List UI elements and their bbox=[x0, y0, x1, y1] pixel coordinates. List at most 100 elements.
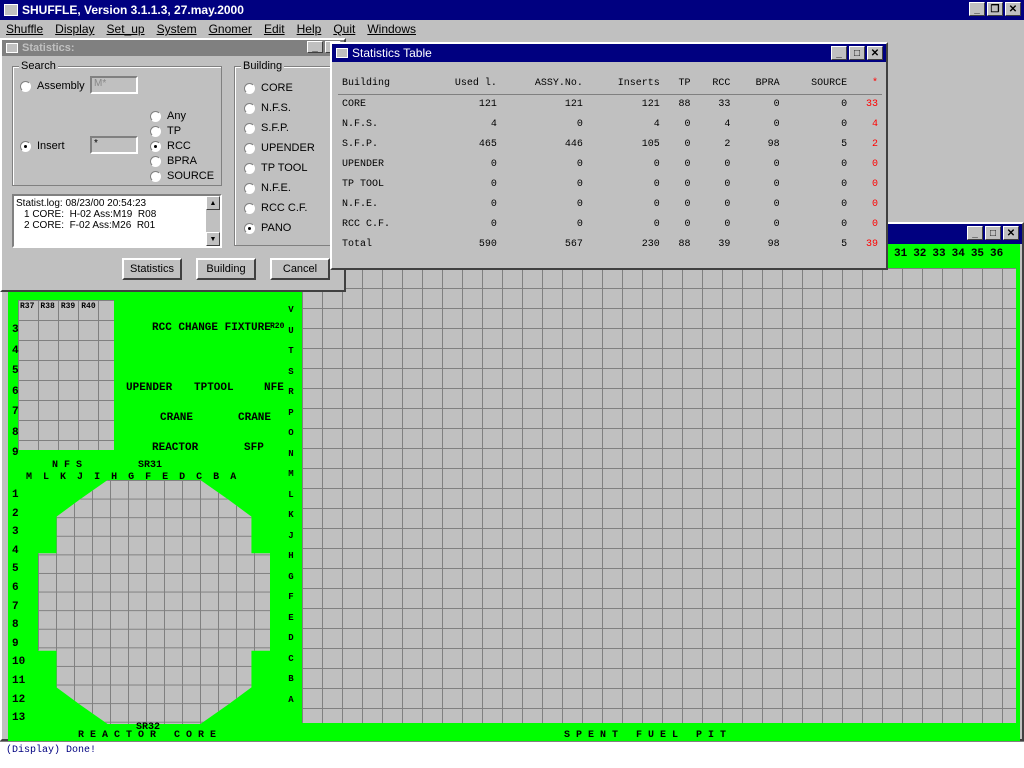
map-maximize-button[interactable]: □ bbox=[985, 226, 1001, 240]
table-row: Total 590 567 230 88 39 98 5 39 bbox=[338, 234, 882, 254]
menu-shuffle[interactable]: Shuffle bbox=[6, 22, 43, 36]
table-cell: CORE bbox=[342, 98, 367, 110]
statistics-log[interactable]: Statist.log: 08/23/00 20:54:23 1 CORE: H… bbox=[12, 194, 222, 248]
col-header-source: SOURCE bbox=[783, 74, 852, 95]
statistics-dialog: Statistics: _ □ Search Assembly M* Any T… bbox=[0, 38, 346, 292]
table-close-button[interactable]: ✕ bbox=[867, 46, 883, 60]
menu-system[interactable]: System bbox=[157, 22, 197, 36]
table-header-row: Building Used l. ASSY.No. Inserts TP RCC… bbox=[338, 74, 882, 95]
menu-setup[interactable]: Set_up bbox=[107, 22, 145, 36]
radio-label: Any bbox=[167, 110, 186, 122]
pit-row-letter: E bbox=[288, 612, 294, 623]
menu-quit[interactable]: Quit bbox=[333, 22, 355, 36]
table-cell: 0 bbox=[576, 218, 583, 230]
stats-minimize-button[interactable]: _ bbox=[307, 41, 323, 53]
building-rcccf-radio[interactable]: RCC C.F. bbox=[244, 202, 307, 214]
statistics-button[interactable]: Statistics bbox=[122, 258, 182, 280]
table-cell: 0 bbox=[841, 198, 848, 210]
radio-dot bbox=[244, 162, 255, 174]
table-cell: 0 bbox=[773, 158, 780, 170]
insert-radio[interactable]: Insert bbox=[20, 140, 65, 152]
insert-tp-radio[interactable]: TP bbox=[150, 125, 181, 137]
col-header-used: Used l. bbox=[424, 74, 501, 95]
scroll-up-icon[interactable]: ▲ bbox=[206, 196, 220, 210]
row-number: 3 bbox=[12, 526, 19, 539]
table-cell: 5 bbox=[841, 238, 848, 250]
table-cell: 230 bbox=[641, 238, 660, 250]
table-cell: 0 bbox=[576, 158, 583, 170]
table-cell: TP TOOL bbox=[342, 178, 385, 190]
table-cell: 88 bbox=[678, 98, 691, 110]
map-close-button[interactable]: ✕ bbox=[1003, 226, 1019, 240]
pit-row-letter: G bbox=[288, 571, 294, 582]
table-cell: 0 bbox=[841, 218, 848, 230]
pit-row-letter: D bbox=[288, 633, 294, 643]
close-button[interactable]: ✕ bbox=[1005, 2, 1021, 16]
building-tptool-radio[interactable]: TP TOOL bbox=[244, 162, 307, 174]
nfs-label: N F S bbox=[52, 460, 83, 471]
table-cell: 33 bbox=[865, 98, 878, 110]
statistics-dialog-title: Statistics: bbox=[22, 42, 75, 54]
row-number: 12 bbox=[12, 693, 26, 706]
insert-input[interactable]: * bbox=[90, 136, 138, 154]
app-title-bar: SHUFFLE, Version 3.1.1.3, 27.may.2000 _ … bbox=[0, 0, 1024, 20]
pit-row-letter: V bbox=[288, 305, 294, 315]
core-row-numbers: 1 2 3 4 5 6 7 8 9 10 11 12 13 bbox=[12, 486, 25, 728]
table-cell: 590 bbox=[478, 238, 497, 250]
assembly-input[interactable]: M* bbox=[90, 76, 138, 94]
cancel-button[interactable]: Cancel bbox=[270, 258, 330, 280]
building-core-radio[interactable]: CORE bbox=[244, 82, 293, 94]
table-cell: 0 bbox=[871, 198, 878, 210]
building-nfe-radio[interactable]: N.F.E. bbox=[244, 182, 291, 194]
map-minimize-button[interactable]: _ bbox=[967, 226, 983, 240]
insert-source-radio[interactable]: SOURCE bbox=[150, 170, 214, 182]
table-maximize-button[interactable]: □ bbox=[849, 46, 865, 60]
building-button[interactable]: Building bbox=[196, 258, 256, 280]
minimize-button[interactable]: _ bbox=[969, 2, 985, 16]
table-cell: N.F.E. bbox=[342, 198, 379, 210]
building-sfp-radio[interactable]: S.F.P. bbox=[244, 122, 289, 134]
rack-grid[interactable]: R37 R38 R39 R40 bbox=[18, 300, 114, 450]
table-cell: 2 bbox=[871, 138, 878, 150]
spent-fuel-pit-label: S P E N T F U E L P I T bbox=[564, 730, 727, 741]
restore-button[interactable]: ❐ bbox=[987, 2, 1003, 16]
pit-col-label: 33 bbox=[932, 248, 946, 260]
menu-windows[interactable]: Windows bbox=[367, 22, 416, 36]
building-pano-radio[interactable]: PANO bbox=[244, 222, 291, 234]
spent-fuel-pit-grid[interactable] bbox=[302, 268, 1016, 723]
row-number: 10 bbox=[12, 656, 26, 669]
table-cell: 88 bbox=[678, 238, 691, 250]
col-header-assy: ASSY.No. bbox=[500, 74, 587, 95]
radio-dot bbox=[244, 102, 255, 114]
table-cell: 446 bbox=[564, 138, 583, 150]
pit-col-label: 31 bbox=[894, 248, 908, 260]
insert-rcc-radio[interactable]: RCC bbox=[150, 140, 191, 152]
row-number: 7 bbox=[12, 600, 19, 613]
core-col-label: L bbox=[43, 472, 50, 483]
menu-display[interactable]: Display bbox=[55, 22, 94, 36]
menu-bar: Shuffle Display Set_up System Gnomer Edi… bbox=[0, 20, 1024, 38]
building-nfs-radio[interactable]: N.F.S. bbox=[244, 102, 291, 114]
table-cell: 0 bbox=[653, 178, 660, 190]
radio-label: SOURCE bbox=[167, 170, 215, 182]
insert-any-radio[interactable]: Any bbox=[150, 110, 186, 122]
assembly-radio[interactable]: Assembly bbox=[20, 80, 85, 92]
statistics-table-title: Statistics Table bbox=[352, 46, 432, 60]
log-scrollbar[interactable]: ▲ ▼ bbox=[206, 196, 220, 246]
pit-row-letter: C bbox=[288, 653, 294, 664]
menu-gnomer[interactable]: Gnomer bbox=[209, 22, 252, 36]
table-cell: 0 bbox=[684, 198, 691, 210]
app-icon bbox=[4, 4, 18, 16]
row-number: 4 bbox=[12, 544, 19, 557]
menu-help[interactable]: Help bbox=[297, 22, 322, 36]
scroll-down-icon[interactable]: ▼ bbox=[206, 232, 220, 246]
log-line: 2 CORE: F-02 Ass:M26 R01 bbox=[24, 220, 156, 231]
insert-bpra-radio[interactable]: BPRA bbox=[150, 155, 197, 167]
table-cell: 0 bbox=[841, 158, 848, 170]
row-number: 9 bbox=[12, 447, 19, 459]
radio-dot bbox=[244, 202, 255, 214]
building-upender-radio[interactable]: UPENDER bbox=[244, 142, 315, 154]
reactor-core-grid[interactable] bbox=[38, 480, 270, 724]
menu-edit[interactable]: Edit bbox=[264, 22, 285, 36]
table-minimize-button[interactable]: _ bbox=[831, 46, 847, 60]
